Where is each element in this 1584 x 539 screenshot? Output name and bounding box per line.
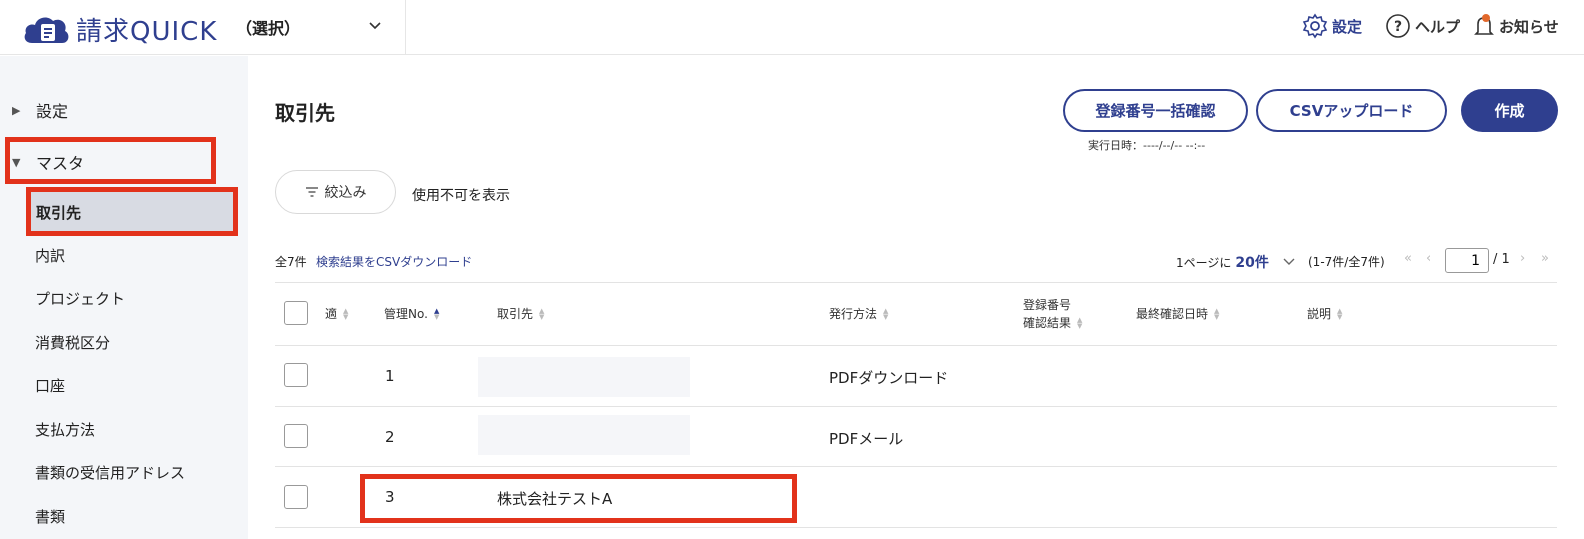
- per-page-prefix: 1ページに: [1176, 255, 1232, 270]
- header-help-label: ヘルプ: [1415, 17, 1461, 36]
- app-name: 請求QUICK: [76, 17, 218, 47]
- caret-right-icon: ▶: [12, 103, 21, 117]
- create-button[interactable]: 作成: [1461, 89, 1558, 132]
- svg-text:?: ?: [1394, 19, 1402, 35]
- prev-page-icon[interactable]: ‹: [1426, 251, 1431, 266]
- first-page-icon[interactable]: «: [1404, 251, 1412, 266]
- column-header-tekikaku[interactable]: 適 ▲ ▼: [325, 305, 348, 322]
- sort-icon: ▲ ▼: [1214, 306, 1220, 321]
- row-issue-method: PDFダウンロード: [829, 369, 949, 387]
- sidebar-item-bank-account[interactable]: 口座: [35, 375, 65, 396]
- column-header-management-no[interactable]: 管理No. ▲ ▼: [384, 305, 439, 322]
- filter-icon: [305, 187, 318, 197]
- total-count: 全7件: [275, 255, 307, 269]
- result-range: (1-7件/全7件): [1308, 255, 1385, 269]
- sort-icon: ▲ ▼: [883, 306, 889, 321]
- caret-down-icon: ▼: [12, 155, 21, 169]
- column-header-label: 登録番号 確認結果: [1023, 296, 1071, 332]
- sidebar-item-partners[interactable]: 取引先: [28, 191, 233, 231]
- next-page-icon[interactable]: ›: [1520, 251, 1525, 266]
- sidebar-item-tax-category[interactable]: 消費税区分: [35, 332, 110, 353]
- column-header-issue-method[interactable]: 発行方法 ▲ ▼: [829, 305, 888, 322]
- chevron-down-icon: [1283, 258, 1295, 265]
- page-title: 取引先: [275, 101, 335, 125]
- header-notice-link[interactable]: お知らせ: [1472, 12, 1559, 40]
- column-header-label: 説明: [1307, 307, 1332, 321]
- row-partner-name[interactable]: [478, 357, 690, 397]
- sort-icon: ▲ ▼: [1077, 316, 1083, 330]
- column-header-line-1: 登録番号: [1023, 298, 1072, 312]
- header-settings-label: 設定: [1332, 17, 1363, 36]
- page-total: / 1: [1493, 252, 1510, 267]
- question-circle-icon: ?: [1386, 14, 1410, 38]
- column-header-label: 適: [325, 307, 338, 321]
- page-number-input[interactable]: [1445, 248, 1489, 273]
- row-divider: [275, 406, 1557, 407]
- company-selector[interactable]: （選択）: [236, 15, 300, 39]
- column-header-registration-check[interactable]: 登録番号 確認結果 ▲ ▼: [1023, 296, 1082, 332]
- csv-download-link[interactable]: 検索結果をCSVダウンロード: [316, 253, 472, 270]
- sidebar-item-breakdown[interactable]: 内訳: [35, 245, 65, 266]
- column-header-label: 発行方法: [829, 307, 878, 321]
- header-divider: [405, 0, 406, 55]
- last-page-icon[interactable]: »: [1541, 251, 1549, 266]
- header-notice-label: お知らせ: [1499, 17, 1559, 36]
- gear-icon: [1302, 13, 1328, 39]
- per-page-value: 20件: [1235, 255, 1269, 271]
- row-divider: [275, 527, 1557, 528]
- column-header-label: 取引先: [497, 307, 534, 321]
- sort-icon: ▲ ▼: [539, 306, 545, 321]
- column-header-partner[interactable]: 取引先 ▲ ▼: [497, 305, 544, 322]
- sidebar-group-settings-label: 設定: [36, 102, 69, 121]
- select-all-checkbox[interactable]: [284, 301, 308, 325]
- bell-icon: [1474, 14, 1494, 35]
- table-header-border: [275, 345, 1557, 346]
- sidebar-group-settings[interactable]: ▶ 設定: [12, 98, 68, 122]
- row-management-no: 1: [385, 367, 395, 385]
- sidebar-item-payment-method[interactable]: 支払方法: [35, 419, 95, 440]
- row-partner-name[interactable]: [478, 415, 690, 455]
- sidebar-item-documents[interactable]: 書類: [35, 506, 65, 527]
- sidebar-item-label: 取引先: [36, 204, 82, 222]
- sidebar-group-master[interactable]: ▼ マスタ: [12, 150, 84, 174]
- column-header-label: 最終確認日時: [1136, 307, 1209, 321]
- column-header-description[interactable]: 説明 ▲ ▼: [1307, 305, 1342, 322]
- row-checkbox[interactable]: [284, 363, 308, 387]
- header-help-link[interactable]: ? ヘルプ: [1384, 12, 1460, 40]
- app-logo[interactable]: 請求QUICK: [22, 11, 217, 48]
- sort-icon: ▲ ▼: [1337, 306, 1343, 321]
- row-checkbox[interactable]: [284, 485, 308, 509]
- chevron-down-icon[interactable]: [365, 16, 385, 36]
- row-divider: [275, 466, 1557, 467]
- column-header-last-checked[interactable]: 最終確認日時 ▲ ▼: [1136, 305, 1219, 322]
- filter-button[interactable]: 絞込み: [275, 170, 396, 214]
- row-partner-name[interactable]: 株式会社テストA: [497, 488, 612, 509]
- column-header-label: 管理No.: [384, 307, 428, 321]
- show-disabled-toggle[interactable]: 使用不可を表示: [412, 185, 510, 205]
- sort-icon: ▲ ▼: [343, 306, 349, 321]
- per-page-selector[interactable]: 1ページに 20件: [1176, 252, 1299, 272]
- row-issue-method: PDFメール: [829, 430, 904, 448]
- sidebar-item-receive-address[interactable]: 書類の受信用アドレス: [35, 462, 185, 483]
- filter-label: 絞込み: [324, 185, 367, 201]
- sidebar-group-master-label: マスタ: [36, 154, 85, 173]
- bulk-registration-check-button[interactable]: 登録番号一括確認: [1063, 89, 1248, 132]
- sort-asc-icon: ▲ ▼: [433, 306, 440, 321]
- header-settings-link[interactable]: 設定: [1301, 12, 1362, 40]
- sidebar-item-project[interactable]: プロジェクト: [35, 288, 125, 309]
- table-top-border: [275, 282, 1557, 283]
- top-header: 請求QUICK （選択） 設定 ? ヘルプ お知らせ: [0, 0, 1584, 55]
- row-checkbox[interactable]: [284, 424, 308, 448]
- csv-upload-button[interactable]: CSVアップロード: [1256, 89, 1447, 132]
- execution-time: 実行日時：----/--/-- --:--: [1088, 139, 1206, 152]
- row-management-no: 2: [385, 428, 395, 446]
- cloud-document-icon: [24, 17, 69, 43]
- row-management-no: 3: [385, 488, 395, 506]
- column-header-line-2: 確認結果: [1023, 316, 1072, 330]
